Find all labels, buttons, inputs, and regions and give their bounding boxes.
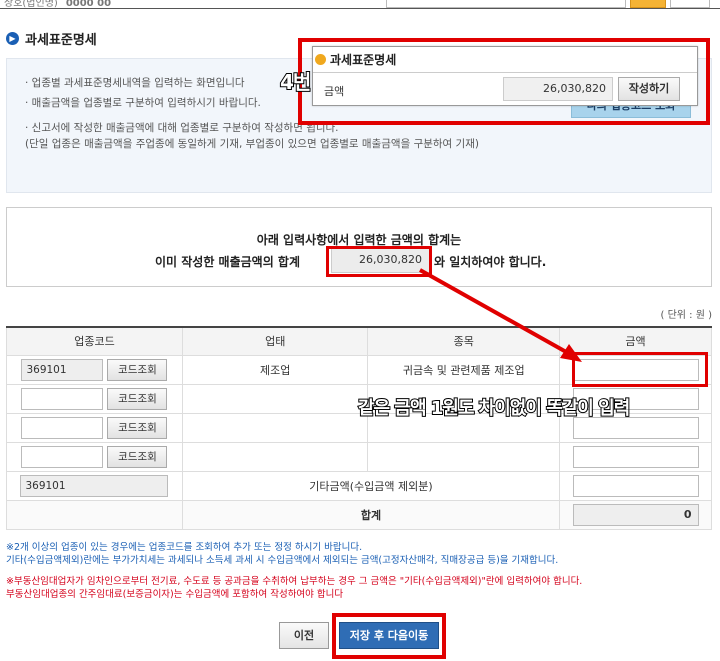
info-line-1: · 업종별 과세표준명세내역을 입력하는 화면입니다 [25, 77, 245, 89]
amount-input[interactable] [572, 445, 699, 468]
highlight-box-save [332, 613, 446, 659]
company-value: 0000 00 [65, 0, 112, 9]
prev-button[interactable]: 이전 [279, 622, 329, 649]
header-business-type: 업태 [181, 326, 369, 356]
info-line-3: · 신고서에 작성한 매출금액에 대해 업종별로 구분하여 작성하면 됩니다. [25, 122, 339, 134]
top-strip: 상호(법인명) 0000 00 [0, 0, 720, 9]
table-row-other: 369101 기타금액(수입금액 제외분) [6, 470, 712, 501]
business-type-cell: 제조업 [181, 354, 369, 385]
summary-line-2-pre: 이미 작성한 매출금액의 합계 [155, 255, 301, 269]
annotation-step-4: 4번 [279, 69, 312, 95]
unit-label: ( 단위 : 원 ) [660, 310, 713, 321]
code-lookup-button[interactable]: 코드조회 [107, 445, 168, 468]
total-label: 합계 [181, 499, 561, 530]
header-amount: 금액 [559, 326, 712, 356]
company-label: 상호(법인명) [4, 0, 58, 9]
top-button[interactable] [630, 0, 666, 8]
code-lookup-button[interactable]: 코드조회 [107, 387, 168, 410]
highlight-box-amount [572, 352, 708, 387]
table-header-row: 업종코드 업태 종목 금액 [6, 326, 712, 356]
info-line-2: · 매출금액을 업종별로 구분하여 입력하시기 바랍니다. [25, 97, 261, 109]
note-red: ※부동산임대업자가 임차인으로부터 전기료, 수도료 등 공과금을 수취하여 납… [6, 576, 583, 600]
header-code: 업종코드 [6, 326, 183, 356]
business-type-cell [181, 441, 369, 472]
business-type-cell [181, 412, 369, 443]
business-type-cell [181, 383, 369, 414]
annotation-caption: 같은 금액 1원도 차이없이 똑같이 입력 [357, 397, 631, 420]
item-cell: 귀금속 및 관련제품 제조업 [367, 354, 561, 385]
total-value: 0 [572, 503, 699, 526]
highlight-box-popup [298, 38, 710, 125]
header-item: 종목 [367, 326, 561, 356]
other-code-input: 369101 [20, 474, 169, 497]
code-lookup-button[interactable]: 코드조회 [107, 416, 168, 439]
table-row: 코드조회 [6, 441, 712, 472]
code-input[interactable] [21, 445, 104, 468]
highlight-box-sum [326, 246, 432, 277]
section-title: ▶ 과세표준명세 [6, 29, 97, 48]
other-amount-label: 기타금액(수입금액 제외분) [181, 470, 561, 501]
item-cell [367, 441, 561, 472]
code-input[interactable]: 369101 [21, 358, 104, 381]
table-row-total: 합계 0 [6, 499, 712, 530]
top-button-2[interactable] [670, 0, 710, 8]
code-input[interactable] [21, 416, 104, 439]
top-input[interactable] [386, 0, 626, 8]
note-blue: ※2개 이상의 업종이 있는 경우에는 업종코드를 조회하여 추가 또는 정정 … [6, 542, 559, 566]
info-line-4: (단일 업종은 매출금액을 주업종에 동일하게 기재, 부업종이 있으면 업종별… [25, 138, 479, 150]
code-lookup-button[interactable]: 코드조회 [107, 358, 168, 381]
summary-line-2-post: 와 일치하여야 합니다. [434, 255, 547, 269]
arrow-circle-icon: ▶ [6, 32, 19, 45]
code-input[interactable] [21, 387, 104, 410]
other-amount-input[interactable] [572, 474, 699, 497]
